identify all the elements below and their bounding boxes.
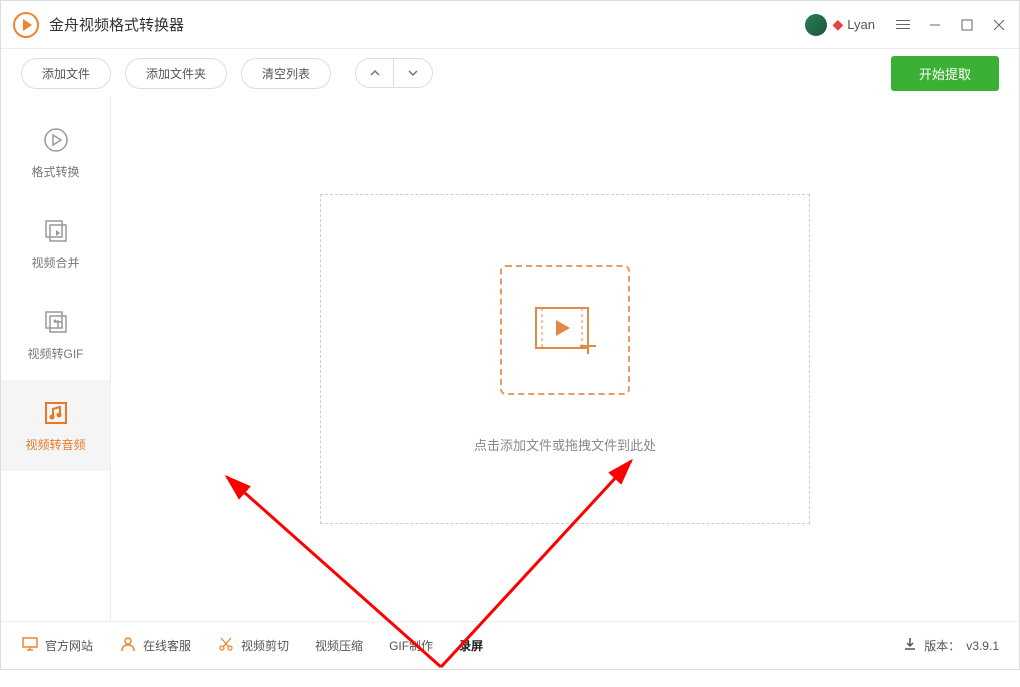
- sidebar-item-label: 视频合并: [31, 254, 79, 271]
- dropzone[interactable]: 点击添加文件或拖拽文件到此处: [320, 194, 810, 524]
- clear-list-button[interactable]: 清空列表: [241, 58, 331, 89]
- move-down-button[interactable]: [394, 59, 432, 87]
- main-area: 点击添加文件或拖拽文件到此处: [111, 97, 1019, 621]
- username[interactable]: Lyan: [847, 17, 875, 32]
- footer: 官方网站 在线客服 视频剪切 视频压缩 GIF制作 录屏 版: [1, 621, 1019, 669]
- menu-button[interactable]: [895, 17, 911, 33]
- sidebar: 格式转换 视频合并 视频转GIF 视频转音频: [1, 97, 111, 621]
- sidebar-item-label: 格式转换: [31, 163, 79, 180]
- footer-link-label: 在线客服: [143, 637, 191, 654]
- footer-online-support[interactable]: 在线客服: [119, 635, 191, 656]
- footer-video-cut[interactable]: 视频剪切: [217, 635, 289, 656]
- footer-link-label: 录屏: [459, 637, 483, 654]
- user-avatar[interactable]: [805, 14, 827, 36]
- dropzone-add-icon[interactable]: [500, 265, 630, 395]
- scissors-icon: [217, 635, 235, 656]
- video-merge-icon: [41, 216, 71, 246]
- app-title: 金舟视频格式转换器: [49, 14, 184, 35]
- close-button[interactable]: [991, 17, 1007, 33]
- version-label: 版本：: [924, 637, 960, 654]
- toolbar: 添加文件 添加文件夹 清空列表 开始提取: [1, 49, 1019, 97]
- app-logo-icon: [13, 12, 39, 38]
- sidebar-item-video-to-audio[interactable]: 视频转音频: [1, 380, 110, 471]
- sidebar-item-label: 视频转GIF: [28, 345, 84, 362]
- format-convert-icon: [41, 125, 71, 155]
- move-up-button[interactable]: [356, 59, 394, 87]
- dropzone-text: 点击添加文件或拖拽文件到此处: [474, 435, 656, 454]
- video-to-audio-icon: [41, 398, 71, 428]
- premium-icon: ◆: [833, 16, 844, 33]
- version-value: v3.9.1: [966, 639, 999, 653]
- monitor-icon: [21, 635, 39, 656]
- maximize-button[interactable]: [959, 17, 975, 33]
- footer-link-label: 官方网站: [45, 637, 93, 654]
- footer-link-label: 视频压缩: [315, 637, 363, 654]
- add-file-button[interactable]: 添加文件: [21, 58, 111, 89]
- support-icon: [119, 635, 137, 656]
- version-info[interactable]: 版本： v3.9.1: [902, 636, 999, 655]
- footer-gif-make[interactable]: GIF制作: [389, 637, 433, 654]
- sidebar-item-video-merge[interactable]: 视频合并: [1, 198, 110, 289]
- sidebar-item-label: 视频转音频: [25, 436, 85, 453]
- titlebar: 金舟视频格式转换器 ◆ Lyan: [1, 1, 1019, 49]
- footer-screen-record[interactable]: 录屏: [459, 637, 483, 654]
- footer-official-site[interactable]: 官方网站: [21, 635, 93, 656]
- start-extract-button[interactable]: 开始提取: [891, 56, 999, 91]
- footer-link-label: 视频剪切: [241, 637, 289, 654]
- sidebar-item-format-convert[interactable]: 格式转换: [1, 107, 110, 198]
- minimize-button[interactable]: [927, 17, 943, 33]
- video-to-gif-icon: [41, 307, 71, 337]
- footer-link-label: GIF制作: [389, 637, 433, 654]
- download-icon: [902, 636, 918, 655]
- add-folder-button[interactable]: 添加文件夹: [125, 58, 227, 89]
- sidebar-item-video-to-gif[interactable]: 视频转GIF: [1, 289, 110, 380]
- footer-video-compress[interactable]: 视频压缩: [315, 637, 363, 654]
